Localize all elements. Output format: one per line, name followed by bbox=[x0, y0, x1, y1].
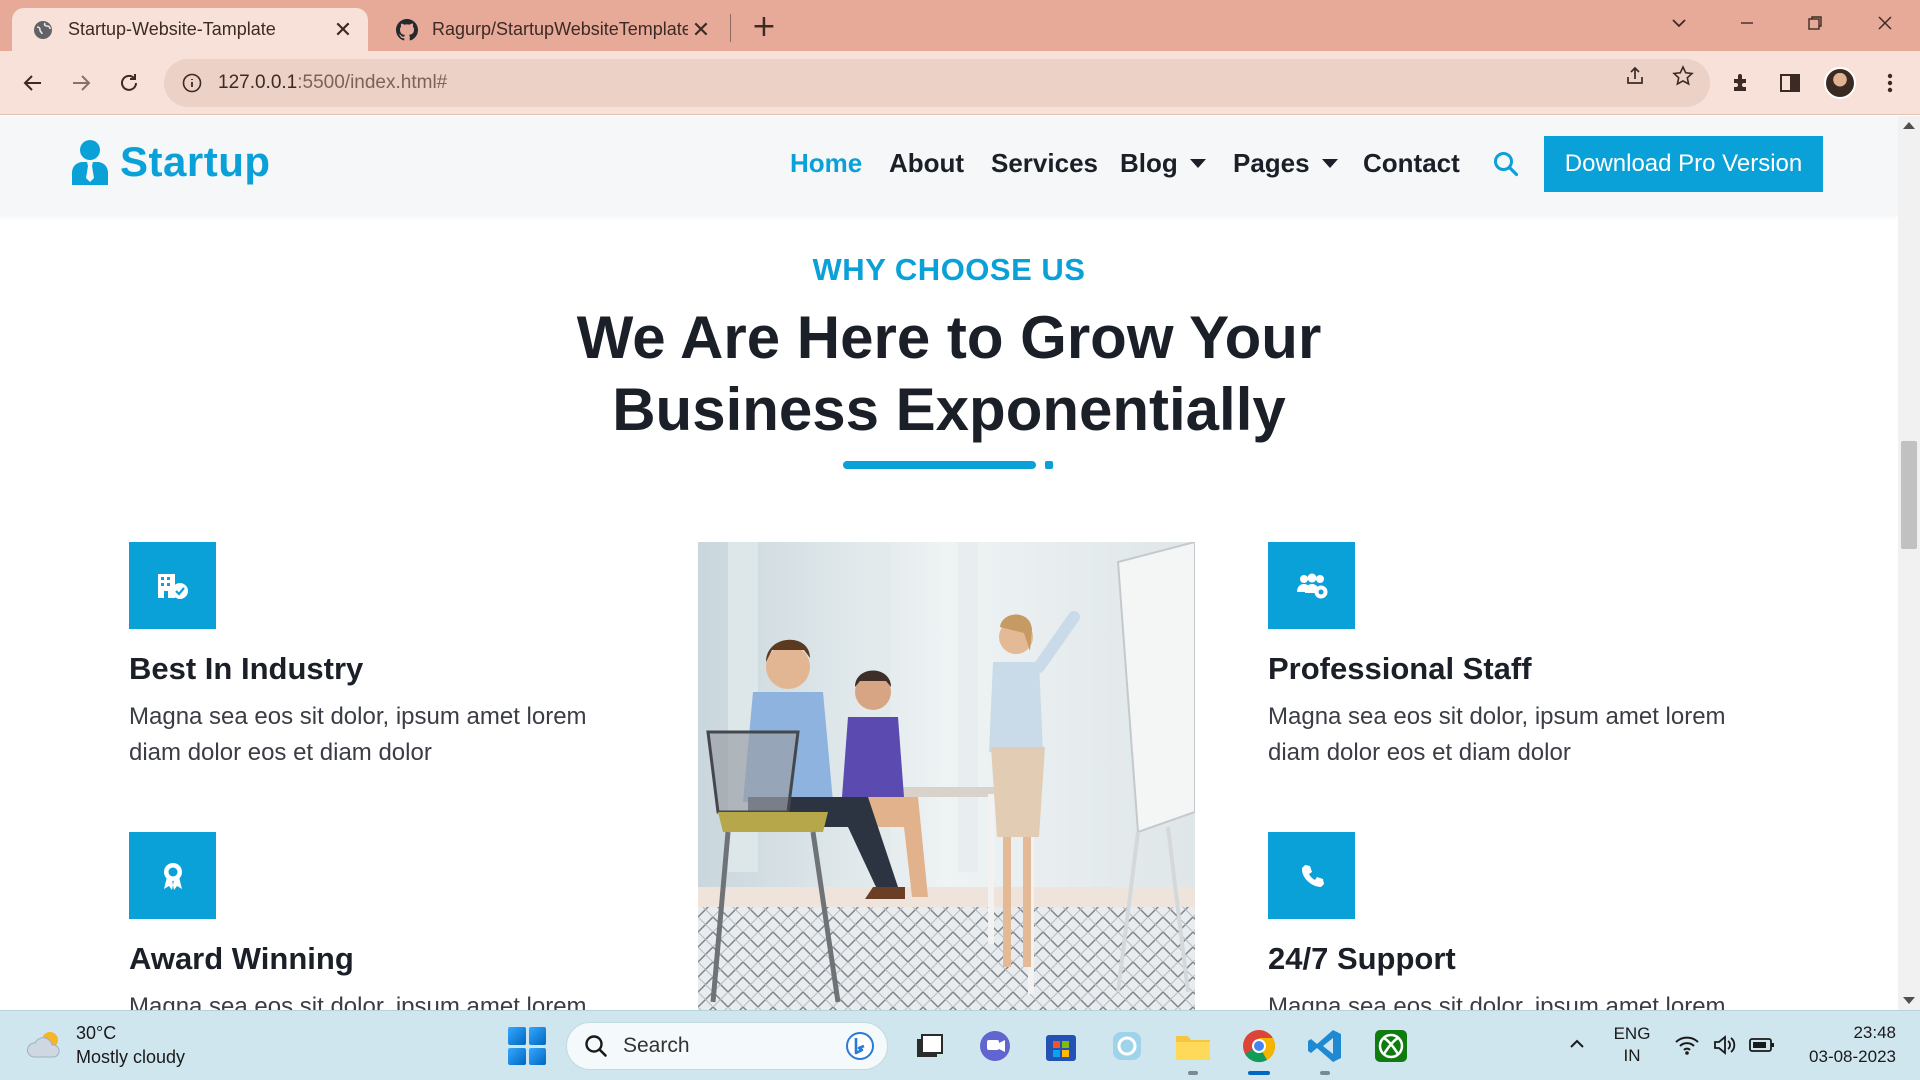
clock-date: 03-08-2023 bbox=[1809, 1047, 1896, 1066]
teams-chat-icon[interactable] bbox=[974, 1025, 1016, 1067]
title-divider-dot bbox=[1045, 461, 1053, 469]
site-info-icon[interactable] bbox=[180, 71, 204, 95]
globe-icon bbox=[32, 19, 54, 41]
feature-title: Best In Industry bbox=[129, 651, 364, 686]
feature-text: Magna sea eos sit dolor, ipsum amet lore… bbox=[1268, 703, 1726, 766]
cortana-icon[interactable] bbox=[1106, 1025, 1148, 1067]
nav-blog-dropdown[interactable]: Blog bbox=[1120, 148, 1206, 179]
team-meeting-image bbox=[698, 542, 1195, 1010]
microsoft-store-icon[interactable] bbox=[1040, 1025, 1082, 1067]
browser-tab-active[interactable]: Startup-Website-Tamplate ✕ bbox=[12, 8, 368, 51]
phone-icon bbox=[1268, 832, 1355, 919]
brand-logo[interactable]: Startup bbox=[70, 138, 271, 186]
cloud-sun-icon bbox=[27, 1032, 60, 1058]
chevron-up-icon[interactable] bbox=[1566, 1033, 1592, 1059]
weather-widget[interactable]: 30°C Mostly cloudy bbox=[26, 1021, 185, 1069]
weather-temp: 30°C bbox=[76, 1023, 117, 1043]
search-placeholder: Search bbox=[623, 1034, 690, 1057]
title-divider bbox=[843, 461, 1036, 469]
wifi-icon[interactable] bbox=[1674, 1033, 1700, 1059]
brand-name: Startup bbox=[120, 138, 271, 185]
close-window-icon[interactable] bbox=[1862, 6, 1908, 40]
extensions-puzzle-icon[interactable] bbox=[1728, 69, 1756, 97]
user-tie-icon bbox=[72, 140, 108, 185]
caret-down-icon bbox=[1189, 159, 1206, 168]
scroll-up-arrow-icon[interactable] bbox=[1903, 122, 1915, 129]
close-tab-icon[interactable]: ✕ bbox=[330, 17, 356, 43]
more-menu-icon[interactable] bbox=[1876, 69, 1904, 97]
reload-icon[interactable] bbox=[110, 64, 148, 102]
scrollbar-thumb[interactable] bbox=[1901, 441, 1917, 549]
tab-search-chevron-icon[interactable] bbox=[1656, 6, 1702, 40]
feature-text: Magna sea eos sit dolor, ipsum amet lore… bbox=[129, 703, 587, 766]
section-subtitle: WHY CHOOSE US bbox=[812, 252, 1086, 287]
tab-title: Startup-Website-Tamplate bbox=[68, 19, 276, 39]
vscode-icon[interactable] bbox=[1304, 1025, 1346, 1075]
back-arrow-icon[interactable] bbox=[14, 64, 52, 102]
task-view-icon[interactable] bbox=[908, 1025, 950, 1067]
section-title: We Are Here to Grow Your Business Expone… bbox=[449, 302, 1449, 446]
language-indicator[interactable]: ENG IN bbox=[1612, 1023, 1652, 1067]
url-text: 127.0.0.1:5500/index.html# bbox=[218, 72, 448, 93]
browser-tab-strip: Startup-Website-Tamplate ✕ Ragurp/Startu… bbox=[0, 0, 1920, 51]
download-pro-button[interactable]: Download Pro Version bbox=[1544, 136, 1823, 192]
side-panel-icon[interactable] bbox=[1776, 69, 1804, 97]
bookmark-star-icon[interactable] bbox=[1670, 63, 1696, 89]
scroll-down-arrow-icon[interactable] bbox=[1903, 997, 1915, 1004]
site-navbar: Startup Home About Services Blog Pages C… bbox=[0, 116, 1898, 216]
chrome-icon[interactable] bbox=[1238, 1025, 1280, 1075]
close-tab-icon[interactable]: ✕ bbox=[688, 17, 714, 43]
minimize-icon[interactable] bbox=[1724, 6, 1770, 40]
forward-arrow-icon[interactable] bbox=[62, 64, 100, 102]
system-clock[interactable]: 23:48 03-08-2023 bbox=[1786, 1021, 1896, 1069]
nav-pages-dropdown[interactable]: Pages bbox=[1233, 148, 1338, 179]
address-bar[interactable]: 127.0.0.1:5500/index.html# bbox=[164, 59, 1710, 107]
restore-icon[interactable] bbox=[1792, 6, 1838, 40]
file-explorer-icon[interactable] bbox=[1172, 1025, 1214, 1075]
clock-time: 23:48 bbox=[1853, 1023, 1896, 1042]
search-icon[interactable] bbox=[1492, 150, 1522, 180]
nav-about[interactable]: About bbox=[889, 148, 964, 179]
profile-avatar[interactable] bbox=[1824, 67, 1856, 99]
taskbar-search[interactable]: Search bbox=[566, 1022, 888, 1070]
nav-home[interactable]: Home bbox=[790, 148, 862, 179]
battery-icon[interactable] bbox=[1748, 1033, 1774, 1059]
xbox-icon[interactable] bbox=[1370, 1025, 1412, 1067]
feature-text: Magna sea eos sit dolor, ipsum amet lore… bbox=[129, 993, 587, 1010]
building-check-icon bbox=[129, 542, 216, 629]
nav-blog-label: Blog bbox=[1120, 148, 1178, 178]
bing-icon[interactable] bbox=[845, 1031, 875, 1061]
section-title-line1: We Are Here to Grow Your bbox=[576, 304, 1322, 371]
browser-toolbar: 127.0.0.1:5500/index.html# bbox=[0, 51, 1920, 115]
feature-text: Magna sea eos sit dolor, ipsum amet lore… bbox=[1268, 993, 1726, 1010]
windows-taskbar: 30°C Mostly cloudy Search ENG IN 23:48 0… bbox=[0, 1010, 1920, 1080]
feature-professional-staff: Professional Staff Magna sea eos sit dol… bbox=[1268, 542, 1748, 771]
nav-services[interactable]: Services bbox=[991, 148, 1098, 179]
nav-pages-label: Pages bbox=[1233, 148, 1310, 178]
nav-contact[interactable]: Contact bbox=[1363, 148, 1460, 179]
page-scrollbar[interactable] bbox=[1898, 116, 1920, 1010]
tab-title: Ragurp/StartupWebsiteTemplate bbox=[432, 19, 688, 39]
feature-title: Professional Staff bbox=[1268, 651, 1532, 686]
feature-title: 24/7 Support bbox=[1268, 941, 1456, 976]
browser-tab-github[interactable]: Ragurp/StartupWebsiteTemplate ✕ bbox=[376, 8, 726, 51]
search-icon bbox=[585, 1035, 607, 1057]
feature-24-7-support: 24/7 Support Magna sea eos sit dolor, ip… bbox=[1268, 832, 1748, 1010]
volume-icon[interactable] bbox=[1712, 1033, 1738, 1059]
award-icon bbox=[129, 832, 216, 919]
page-viewport: Startup Home About Services Blog Pages C… bbox=[0, 116, 1898, 1010]
windows-start-icon[interactable] bbox=[508, 1027, 546, 1065]
weather-desc: Mostly cloudy bbox=[76, 1047, 186, 1067]
new-tab-plus-icon[interactable]: + bbox=[748, 12, 780, 44]
users-gear-icon bbox=[1268, 542, 1355, 629]
share-icon[interactable] bbox=[1622, 63, 1648, 89]
feature-best-in-industry: Best In Industry Magna sea eos sit dolor… bbox=[129, 542, 609, 771]
section-title-line2: Business Exponentially bbox=[612, 376, 1286, 443]
feature-award-winning: Award Winning Magna sea eos sit dolor, i… bbox=[129, 832, 609, 1010]
tab-separator bbox=[730, 14, 731, 42]
feature-title: Award Winning bbox=[129, 941, 354, 976]
caret-down-icon bbox=[1321, 159, 1338, 168]
github-icon bbox=[396, 18, 418, 41]
